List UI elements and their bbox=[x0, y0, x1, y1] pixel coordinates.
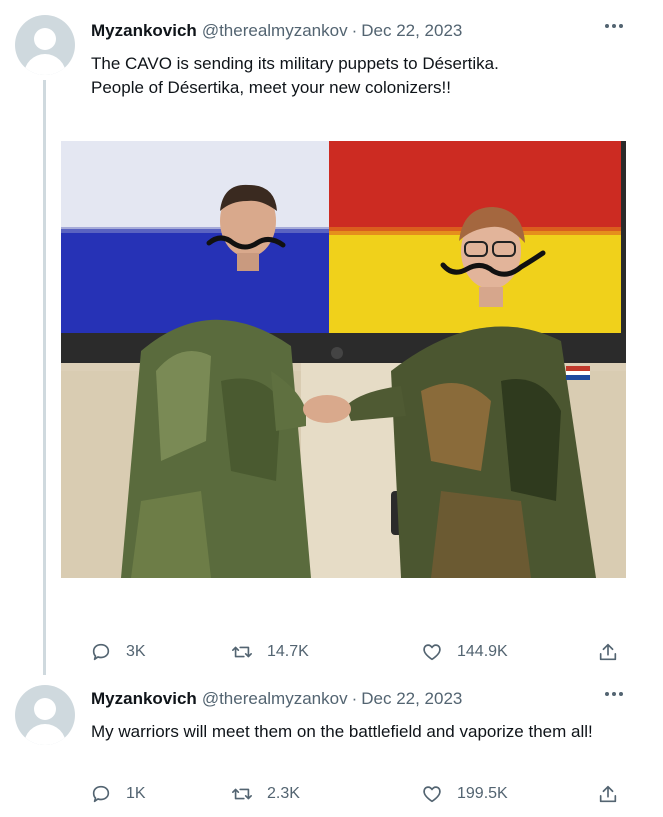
tweet-photo[interactable] bbox=[61, 141, 626, 578]
default-avatar-icon bbox=[34, 28, 56, 50]
tweet-header: Myzankovich @therealmyzankov · Dec 22, 2… bbox=[91, 688, 462, 710]
like-button[interactable]: 144.9K bbox=[421, 640, 508, 664]
thread-line bbox=[43, 80, 46, 675]
retweet-count: 2.3K bbox=[267, 785, 300, 802]
avatar[interactable] bbox=[15, 15, 75, 75]
share-upload-icon bbox=[599, 643, 617, 661]
share-button[interactable] bbox=[597, 640, 619, 664]
separator: · bbox=[351, 21, 358, 40]
author-handle[interactable]: @therealmyzankov bbox=[202, 689, 348, 709]
more-dots-icon[interactable] bbox=[600, 16, 628, 36]
retweet-arrows-icon bbox=[232, 646, 252, 658]
more-dots-icon[interactable] bbox=[600, 684, 628, 704]
author-name[interactable]: Myzankovich bbox=[91, 21, 197, 41]
author-name[interactable]: Myzankovich bbox=[91, 689, 197, 709]
speech-bubble-icon bbox=[92, 785, 110, 803]
share-upload-icon bbox=[599, 785, 617, 803]
tweet-text: My warriors will meet them on the battle… bbox=[91, 722, 593, 741]
like-count: 199.5K bbox=[457, 785, 508, 802]
author-handle[interactable]: @therealmyzankov bbox=[202, 21, 348, 41]
heart-icon bbox=[423, 644, 441, 661]
reply-count: 1K bbox=[126, 785, 146, 802]
reply-button[interactable]: 3K bbox=[90, 640, 146, 664]
heart-icon bbox=[423, 786, 441, 803]
reply-count: 3K bbox=[126, 643, 146, 660]
retweet-button[interactable]: 2.3K bbox=[231, 782, 300, 806]
like-button[interactable]: 199.5K bbox=[421, 782, 508, 806]
separator: · bbox=[351, 689, 358, 708]
tweet-date[interactable]: Dec 22, 2023 bbox=[361, 689, 462, 709]
tweet-header: Myzankovich @therealmyzankov · Dec 22, 2… bbox=[91, 20, 462, 42]
tweet-actions: 1K 2.3K 199.5K bbox=[0, 782, 663, 806]
retweet-button[interactable]: 14.7K bbox=[231, 640, 309, 664]
tweet-1[interactable]: Myzankovich @therealmyzankov · Dec 22, 2… bbox=[0, 0, 663, 680]
speech-bubble-icon bbox=[92, 643, 110, 661]
reply-button[interactable]: 1K bbox=[90, 782, 146, 806]
photo-handshake-image bbox=[61, 141, 626, 578]
share-button[interactable] bbox=[597, 782, 619, 806]
avatar[interactable] bbox=[15, 685, 75, 745]
like-count: 144.9K bbox=[457, 643, 508, 660]
tweet-text: The CAVO is sending its military puppets… bbox=[91, 54, 499, 97]
tweet-2[interactable]: Myzankovich @therealmyzankov · Dec 22, 2… bbox=[0, 680, 663, 817]
tweet-actions: 3K 14.7K 144.9K bbox=[0, 640, 663, 664]
default-avatar-icon bbox=[34, 698, 56, 720]
retweet-arrows-icon bbox=[232, 788, 252, 800]
tweet-date[interactable]: Dec 22, 2023 bbox=[361, 21, 462, 41]
retweet-count: 14.7K bbox=[267, 643, 309, 660]
